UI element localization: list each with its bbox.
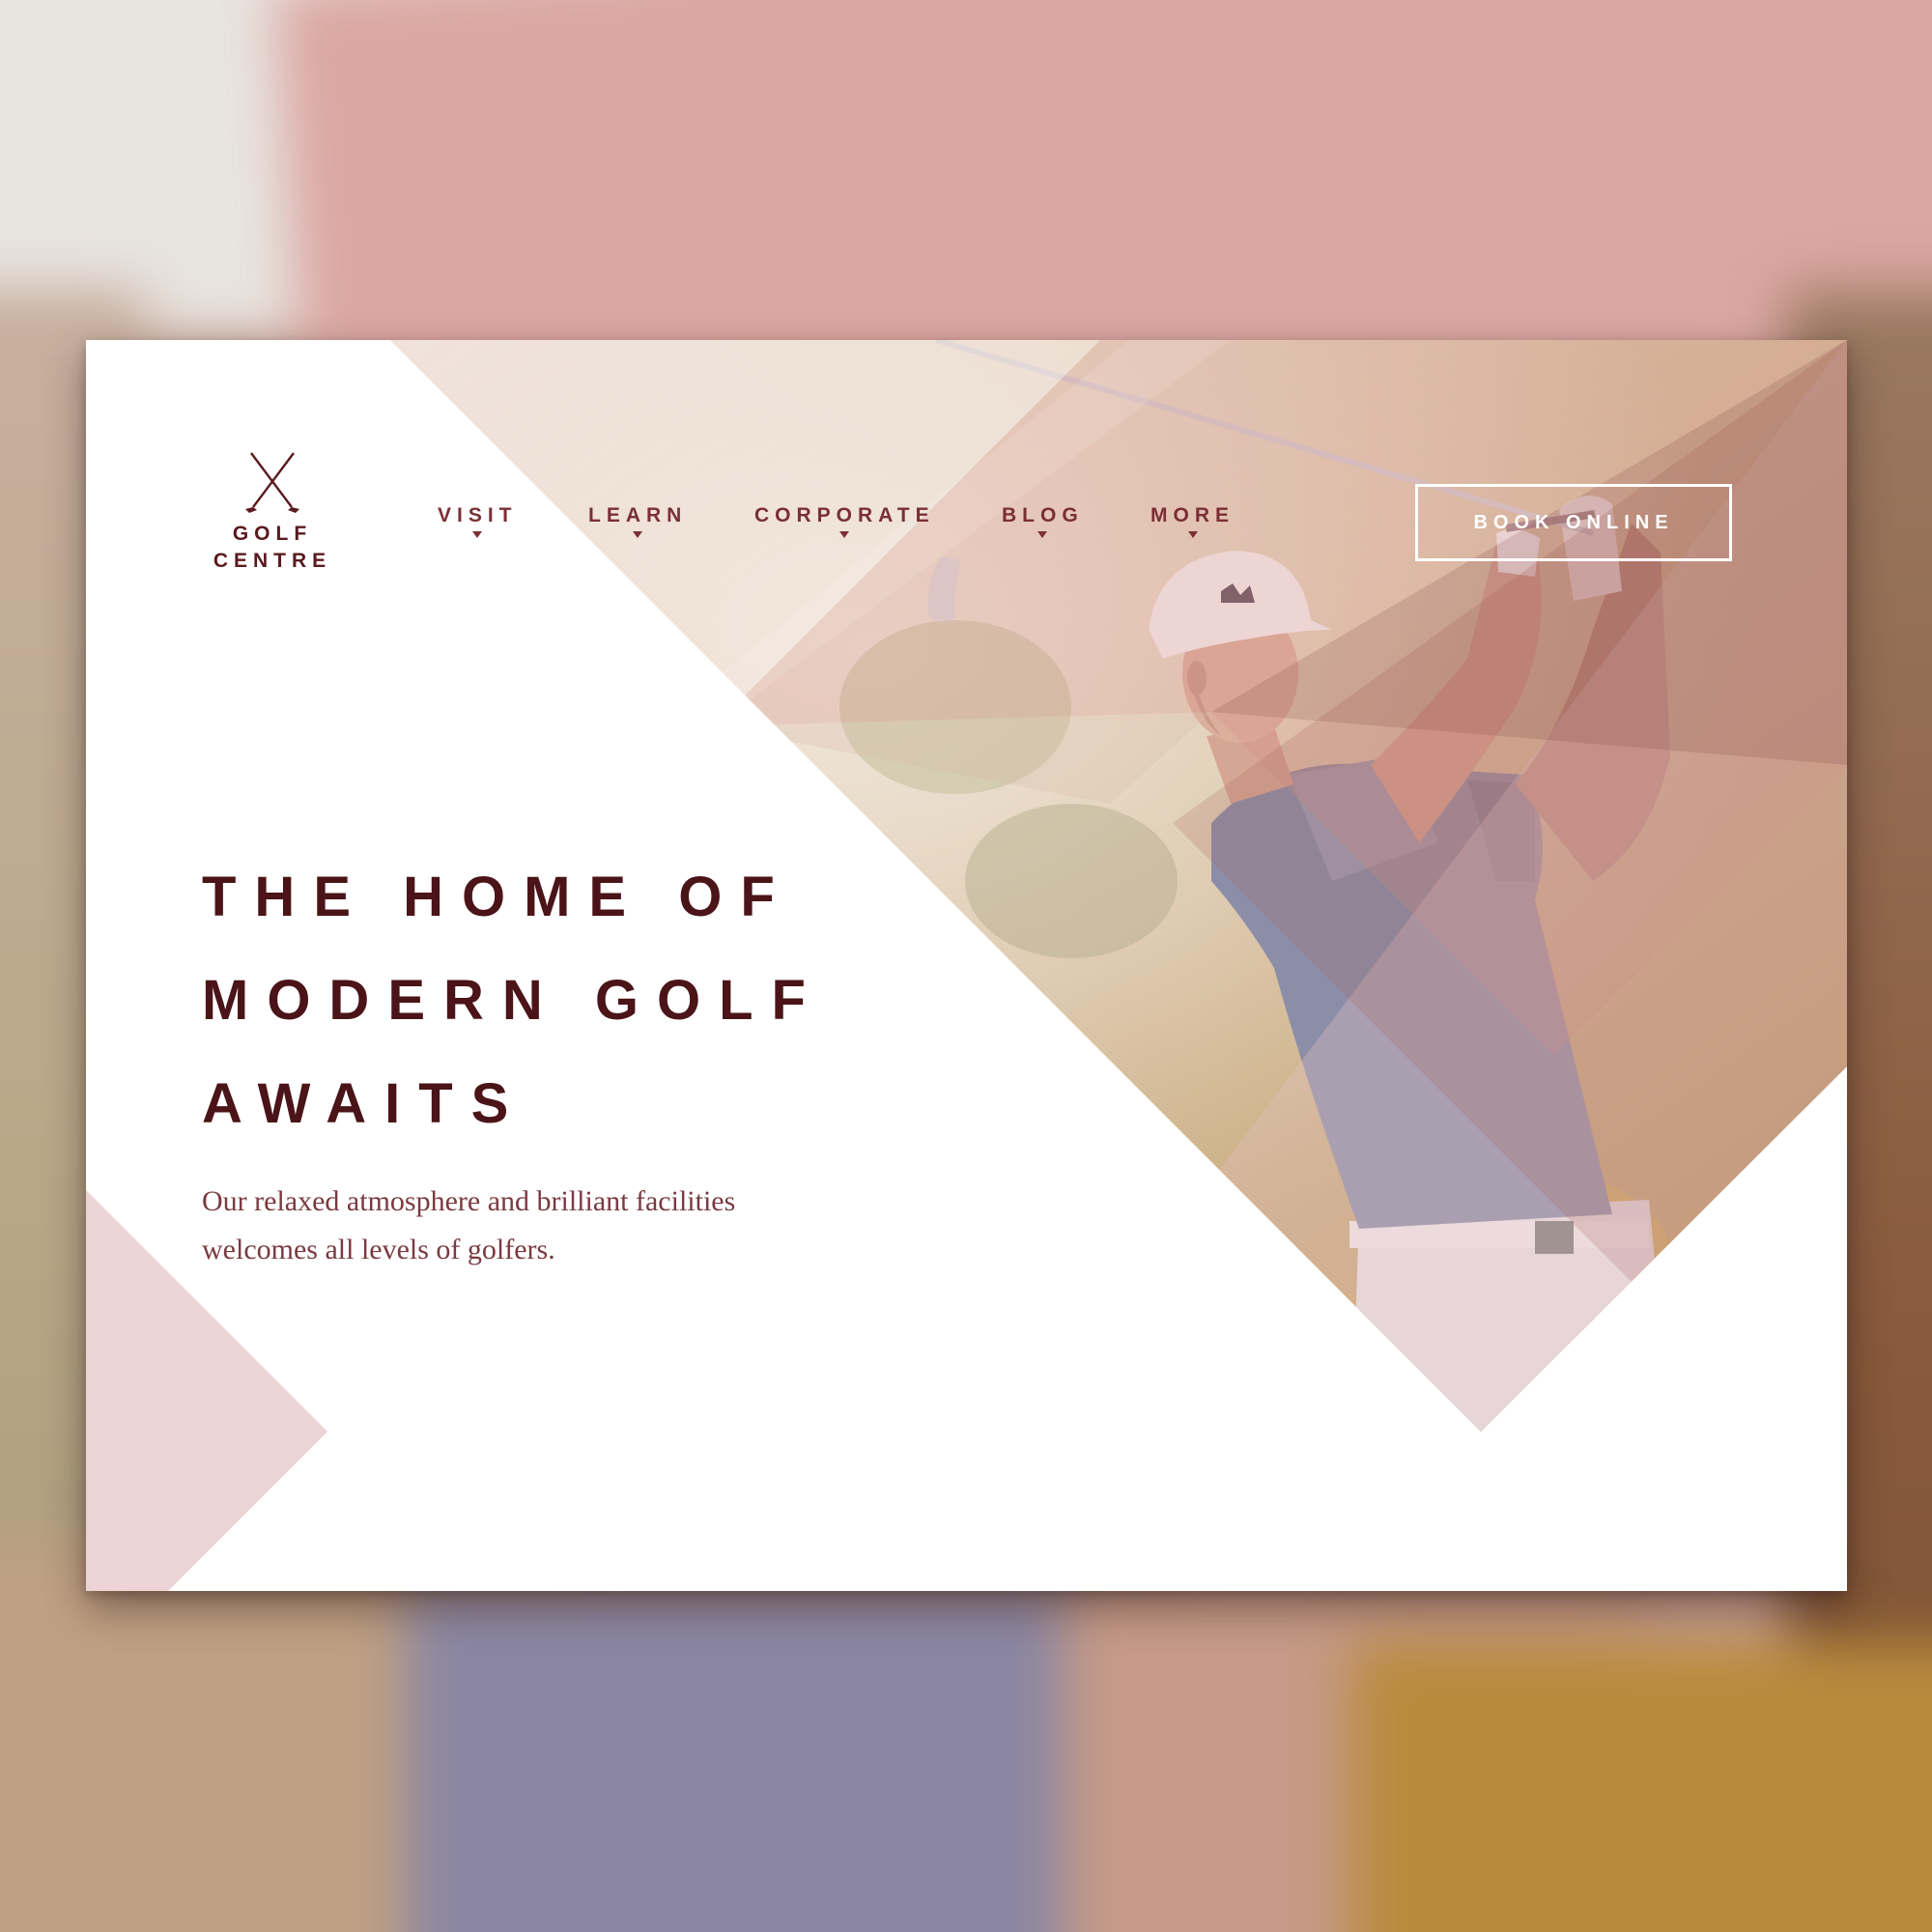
caret-down-icon — [472, 531, 483, 538]
caret-down-icon — [839, 531, 850, 538]
hero-subtext: Our relaxed atmosphere and brilliant fac… — [202, 1178, 820, 1274]
nav-item-blog[interactable]: BLOG — [1002, 504, 1084, 538]
nav-item-learn[interactable]: LEARN — [588, 504, 687, 538]
subtext-line-1: Our relaxed atmosphere and brilliant fac… — [202, 1185, 736, 1217]
headline-line-1: THE HOME OF — [202, 866, 793, 928]
crossed-golf-clubs-icon — [245, 452, 299, 513]
mockup-stage: GOLF CENTRE VISIT LEARN CORPORATE BLOG M… — [0, 0, 1932, 1932]
nav-item-label: VISIT — [438, 504, 518, 526]
subtext-line-2: welcomes all levels of golfers. — [202, 1234, 555, 1265]
caret-down-icon — [1187, 531, 1198, 538]
nav-item-label: LEARN — [588, 504, 688, 526]
nav-item-label: MORE — [1151, 504, 1235, 526]
caret-down-icon — [633, 531, 643, 538]
golf-centre-logo[interactable]: GOLF CENTRE — [200, 451, 345, 575]
book-online-button[interactable]: BOOK ONLINE — [1415, 484, 1732, 561]
nav-item-label: BLOG — [1002, 504, 1084, 526]
headline-line-2: MODERN GOLF — [202, 969, 824, 1032]
nav-item-corporate[interactable]: CORPORATE — [754, 504, 935, 538]
nav-item-label: CORPORATE — [754, 504, 935, 526]
logo-line-golf: GOLF — [232, 523, 313, 545]
nav-item-visit[interactable]: VISIT — [438, 504, 518, 538]
nav-item-more[interactable]: MORE — [1151, 504, 1235, 538]
caret-down-icon — [1037, 531, 1048, 538]
hero-headline: THE HOME OF MODERN GOLF AWAITS — [202, 845, 975, 1155]
headline-line-3: AWAITS — [202, 1072, 527, 1135]
logo-line-centre: CENTRE — [213, 550, 332, 572]
website-mockup: GOLF CENTRE VISIT LEARN CORPORATE BLOG M… — [86, 340, 1847, 1591]
